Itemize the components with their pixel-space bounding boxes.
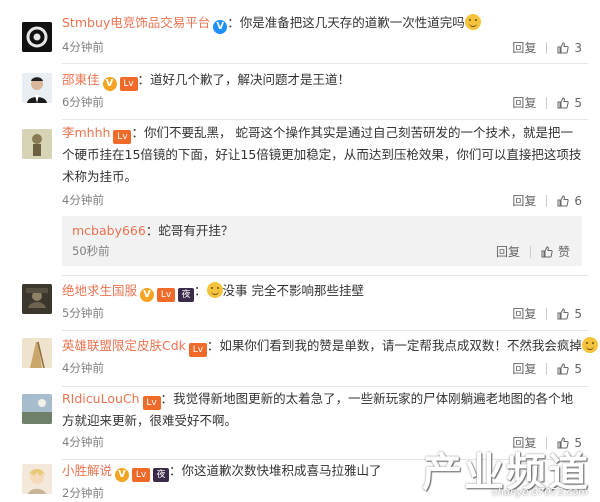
comment-text-line: 英雄联盟限定皮肤Cdk Lv ：如果你们看到我的赞是单数，请一定帮我点成双数！不然我… bbox=[62, 335, 598, 357]
avatar[interactable] bbox=[22, 338, 52, 368]
level-badge: Lv bbox=[132, 468, 151, 482]
comment-text: 你这道歉次数快堆积成喜马拉雅山了 bbox=[181, 463, 382, 478]
smile-emoji-icon bbox=[464, 14, 481, 30]
comment-text-line: Stmbuy电竞饰品交易平台 V ：你是准备把这几天存的道歉一次性道完吗 bbox=[62, 12, 588, 34]
comment-text-line: 邵東佳 V Lv ：道好几个歉了，解决问题才是王道！ bbox=[62, 72, 351, 91]
thumbs-up-icon[interactable] bbox=[557, 362, 569, 375]
level-badge: Lv bbox=[188, 343, 207, 357]
divider bbox=[529, 245, 531, 258]
comment-item: 英雄联盟限定皮肤Cdk Lv ：如果你们看到我的赞是单数，请一定帮我点成双数！不然我… bbox=[0, 332, 600, 388]
thumbs-up-icon[interactable] bbox=[557, 41, 569, 54]
like-count: 5 bbox=[574, 95, 582, 110]
comment-item: Stmbuy电竞饰品交易平台 V ：你是准备把这几天存的道歉一次性道完吗 4分钟前 … bbox=[0, 0, 600, 64]
sub-reply-actions: 回复 赞 bbox=[496, 243, 570, 260]
watermark-url: chanye.07073.com bbox=[492, 487, 588, 498]
level-badge: Lv bbox=[113, 130, 132, 144]
comment-item: 李mhhh Lv ：你们不要乱黑， 蛇哥这个操作其实是通过自己刻苦研发的一个技术，就… bbox=[0, 120, 600, 276]
username-link[interactable]: Stmbuy电竞饰品交易平台 bbox=[62, 15, 210, 30]
level-badge: Lv bbox=[157, 288, 176, 302]
reply-button[interactable]: 回复 bbox=[512, 360, 536, 377]
sub-reply-text: 蛇哥有开挂？ bbox=[158, 223, 234, 238]
username-link[interactable]: 小胜解说 bbox=[62, 463, 112, 478]
username-link[interactable]: 李mhhh bbox=[62, 125, 110, 140]
like-count: 3 bbox=[574, 40, 582, 55]
divider bbox=[546, 307, 548, 320]
verified-v-icon: V bbox=[102, 77, 117, 91]
sub-reply-box: mcbaby666：蛇哥有开挂？ 50秒前 回复 赞 bbox=[62, 216, 582, 266]
timestamp: 4分钟前 bbox=[62, 435, 104, 449]
username-link[interactable]: RIdicuLouCh bbox=[62, 391, 140, 406]
comment-item: 邵東佳 V Lv ：道好几个歉了，解决问题才是王道！ 6分钟前 回复 5 bbox=[0, 64, 600, 120]
verified-v-icon: V bbox=[115, 468, 130, 482]
timestamp: 4分钟前 bbox=[62, 193, 104, 207]
avatar[interactable] bbox=[22, 22, 52, 52]
username-link[interactable]: mcbaby666 bbox=[72, 223, 146, 238]
username-link[interactable]: 绝地求生国服 bbox=[62, 283, 137, 298]
smile-emoji-icon bbox=[206, 282, 223, 298]
timestamp: 5分钟前 bbox=[62, 306, 104, 320]
timestamp: 4分钟前 bbox=[62, 361, 104, 375]
timestamp: 6分钟前 bbox=[62, 95, 104, 109]
comment-text: 如果你们看到我的赞是单数，请一定帮我点成双数！不然我会疯掉 bbox=[219, 338, 582, 353]
watermark-logo: 产业频道 chanye.07073.com bbox=[422, 440, 590, 498]
comment-text: 道好几个歉了，解决问题才是王道！ bbox=[150, 72, 351, 87]
avatar[interactable] bbox=[22, 73, 52, 103]
username-link[interactable]: 英雄联盟限定皮肤Cdk bbox=[62, 338, 186, 353]
divider bbox=[62, 386, 588, 387]
divider bbox=[62, 330, 588, 331]
night-badge: 夜 bbox=[153, 468, 170, 482]
avatar[interactable] bbox=[22, 284, 52, 314]
comment-actions: 回复 5 bbox=[512, 305, 582, 322]
reply-button[interactable]: 回复 bbox=[512, 39, 536, 56]
divider bbox=[546, 194, 548, 207]
comment-text-line: 李mhhh Lv ：你们不要乱黑， 蛇哥这个操作其实是通过自己刻苦研发的一个技术，就… bbox=[62, 125, 582, 184]
timestamp: 4分钟前 bbox=[62, 40, 104, 54]
comment-text: 你是准备把这几天存的道歉一次性道完吗 bbox=[239, 15, 465, 30]
thumbs-up-icon[interactable] bbox=[557, 96, 569, 109]
thumbs-up-icon[interactable] bbox=[557, 194, 569, 207]
like-count: 5 bbox=[574, 361, 582, 376]
timestamp: 50秒前 bbox=[72, 244, 110, 258]
comment-actions: 回复 6 bbox=[512, 192, 582, 209]
divider bbox=[546, 96, 548, 109]
username-link[interactable]: 邵東佳 bbox=[62, 72, 100, 87]
night-badge: 夜 bbox=[178, 288, 195, 302]
comment-actions: 回复 5 bbox=[512, 360, 582, 377]
level-badge: Lv bbox=[142, 396, 161, 410]
reply-button[interactable]: 回复 bbox=[496, 243, 520, 260]
sub-reply-text-line: mcbaby666：蛇哥有开挂？ bbox=[72, 223, 234, 238]
timestamp: 2分钟前 bbox=[62, 486, 104, 500]
like-count: 6 bbox=[574, 193, 582, 208]
comment-text: 没事 完全不影响那些挂壁 bbox=[222, 283, 365, 298]
comment-actions: 回复 3 bbox=[512, 39, 582, 56]
divider bbox=[546, 362, 548, 375]
comment-text-line: RIdicuLouCh Lv ：我觉得新地图更新的太着急了，一些新玩家的尸体刚躺遍老… bbox=[62, 391, 574, 428]
thumbs-up-icon[interactable] bbox=[557, 307, 569, 320]
like-label[interactable]: 赞 bbox=[558, 243, 570, 260]
reply-button[interactable]: 回复 bbox=[512, 305, 536, 322]
thumbs-up-icon[interactable] bbox=[541, 245, 553, 258]
comment-actions: 回复 5 bbox=[512, 94, 582, 111]
avatar[interactable] bbox=[22, 394, 52, 424]
smile-emoji-icon bbox=[581, 337, 598, 353]
avatar[interactable] bbox=[22, 129, 52, 159]
level-badge: Lv bbox=[119, 77, 138, 91]
divider bbox=[546, 41, 548, 54]
verified-v-icon: V bbox=[140, 288, 155, 302]
reply-button[interactable]: 回复 bbox=[512, 94, 536, 111]
comment-text-line: 绝地求生国服 V Lv 夜：没事 完全不影响那些挂壁 bbox=[62, 282, 365, 302]
verified-v-icon: V bbox=[213, 20, 228, 34]
comment-item: 绝地求生国服 V Lv 夜：没事 完全不影响那些挂壁 5分钟前 回复 5 bbox=[0, 276, 600, 332]
reply-button[interactable]: 回复 bbox=[512, 192, 536, 209]
like-count: 5 bbox=[574, 306, 582, 321]
avatar[interactable] bbox=[22, 464, 52, 494]
